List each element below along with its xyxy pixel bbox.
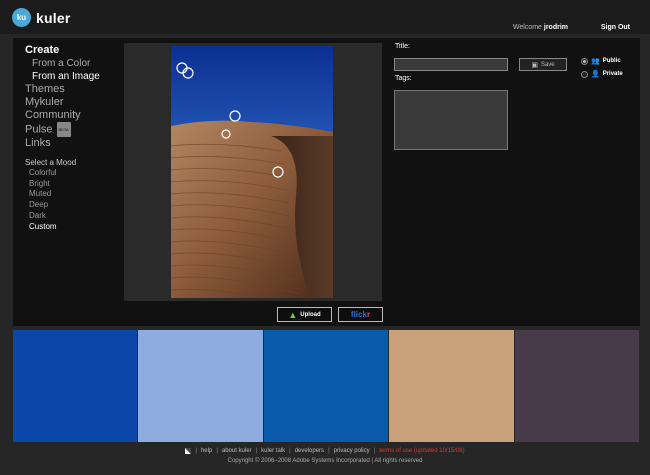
mood-deep[interactable]: Deep — [25, 200, 100, 211]
title-label: Title: — [395, 43, 410, 50]
title-input[interactable] — [394, 58, 508, 71]
top-header: ku kuler Welcome jrodrim Sign Out — [0, 0, 650, 34]
nav-mykuler[interactable]: Mykuler — [25, 96, 100, 109]
mood-muted[interactable]: Muted — [25, 189, 100, 200]
mood-title: Select a Mood — [25, 158, 77, 167]
mood-dark[interactable]: Dark — [25, 211, 100, 222]
kuler-logo[interactable]: ku kuler — [12, 8, 70, 27]
kuler-small-icon — [185, 448, 192, 454]
main-panel: Create From a Color From an Image Themes… — [13, 38, 640, 326]
person-icon: 👤 — [591, 71, 600, 78]
public-radio[interactable] — [581, 57, 588, 65]
upload-label: Upload — [300, 311, 321, 318]
save-icon: ▣ — [531, 61, 538, 69]
kuler-logo-text: kuler — [36, 9, 71, 26]
footer-link-terms[interactable]: terms of use (updated 10/15/08) — [379, 448, 464, 454]
flickr-logo-part2: r — [366, 310, 371, 319]
copyright: Copyright © 2006–2008 Adobe Systems Inco… — [227, 458, 423, 464]
sign-out-link[interactable]: Sign Out — [601, 24, 630, 31]
desert-photo — [171, 46, 333, 298]
save-label: Save — [540, 61, 555, 68]
save-button[interactable]: ▣ Save — [519, 58, 567, 71]
nav-links[interactable]: Links — [25, 137, 100, 150]
footer-link-developers[interactable]: developers — [295, 448, 324, 454]
footer-link-talk[interactable]: kuler talk — [261, 448, 285, 454]
group-icon: 👥 — [591, 58, 600, 65]
footer-link-privacy[interactable]: privacy policy — [334, 448, 370, 454]
private-option[interactable]: 👤 Private — [581, 70, 623, 78]
swatch-2[interactable] — [138, 330, 263, 442]
private-radio[interactable] — [581, 70, 588, 78]
private-label: Private — [602, 71, 623, 77]
public-label: Public — [602, 58, 621, 64]
color-theme-swatches — [13, 330, 640, 442]
upload-button[interactable]: ▲ Upload — [277, 307, 332, 322]
mood-colorful[interactable]: Colorful — [25, 168, 100, 179]
source-photo — [171, 46, 333, 298]
nav-from-color[interactable]: From a Color — [25, 57, 100, 70]
flickr-logo-part1: flick — [350, 310, 367, 319]
tags-textarea[interactable] — [394, 90, 508, 150]
welcome-text: Welcome — [512, 24, 542, 31]
nav-themes[interactable]: Themes — [25, 83, 100, 96]
tags-label: Tags: — [395, 75, 412, 82]
swatch-1[interactable] — [13, 330, 138, 442]
nav-create[interactable]: Create — [25, 44, 100, 57]
swatch-4[interactable] — [389, 330, 514, 442]
beta-badge: BETA — [56, 122, 71, 137]
footer: | help | about kuler | kuler talk | deve… — [0, 448, 650, 464]
footer-links: | help | about kuler | kuler talk | deve… — [0, 448, 650, 454]
nav-community[interactable]: Community — [25, 109, 100, 122]
welcome-message: Welcome jrodrim — [513, 24, 568, 31]
nav-pulse[interactable]: Pulse BETA — [25, 122, 100, 137]
flickr-button[interactable]: flick r — [338, 307, 383, 322]
public-option[interactable]: 👥 Public — [581, 57, 621, 65]
kuler-logo-icon: ku — [12, 8, 31, 27]
footer-link-about[interactable]: about kuler — [222, 448, 252, 454]
sidebar-nav: Create From a Color From an Image Themes… — [25, 44, 100, 232]
swatch-3[interactable] — [263, 330, 389, 442]
mood-custom[interactable]: Custom — [25, 222, 100, 233]
nav-from-image[interactable]: From an Image — [25, 70, 100, 83]
swatch-5[interactable] — [514, 330, 640, 442]
nav-pulse-label: Pulse — [25, 123, 53, 136]
footer-link-help[interactable]: help — [201, 448, 212, 454]
mood-bright[interactable]: Bright — [25, 179, 100, 190]
upload-arrow-icon: ▲ — [288, 309, 298, 320]
image-canvas — [124, 43, 382, 301]
username: jrodrim — [543, 24, 568, 31]
